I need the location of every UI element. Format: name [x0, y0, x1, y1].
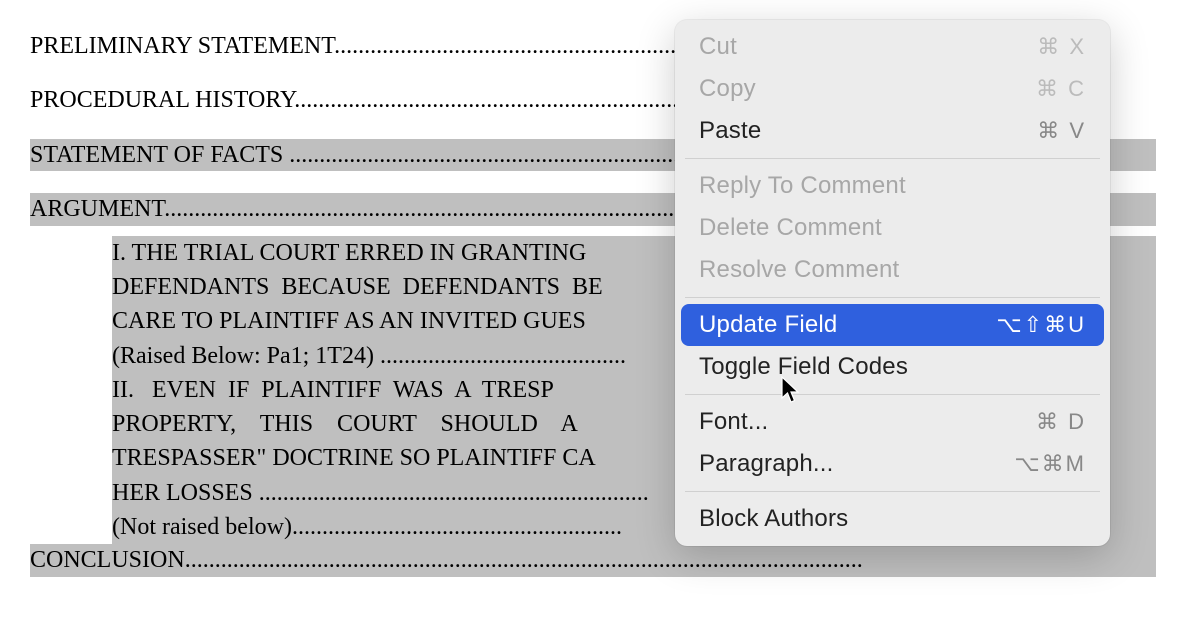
toc-label: ARGUMENT [30, 196, 164, 222]
menu-label: Update Field [699, 311, 837, 339]
menu-shortcut: ⌥⌘M [1014, 451, 1086, 477]
menu-label: Cut [699, 33, 737, 61]
menu-item-delete-comment: Delete Comment [681, 207, 1104, 249]
menu-separator [685, 491, 1100, 492]
toc-label: PROCEDURAL HISTORY [30, 87, 294, 113]
context-menu[interactable]: Cut ⌘ X Copy ⌘ C Paste ⌘ V Reply To Comm… [675, 20, 1110, 546]
menu-item-cut: Cut ⌘ X [681, 26, 1104, 68]
menu-shortcut: ⌥⇧⌘U [996, 312, 1086, 338]
menu-item-resolve-comment: Resolve Comment [681, 249, 1104, 291]
menu-separator [685, 394, 1100, 395]
toc-label: PRELIMINARY STATEMENT [30, 33, 334, 59]
menu-item-block-authors[interactable]: Block Authors [681, 498, 1104, 540]
menu-item-font[interactable]: Font... ⌘ D [681, 401, 1104, 443]
toc-leader-dots: ........................................… [185, 547, 863, 573]
menu-item-copy: Copy ⌘ C [681, 68, 1104, 110]
menu-shortcut: ⌘ X [1037, 34, 1086, 60]
menu-shortcut: ⌘ C [1036, 76, 1086, 102]
toc-entry-conclusion: CONCLUSION..............................… [30, 544, 1156, 576]
menu-separator [685, 158, 1100, 159]
menu-shortcut: ⌘ D [1036, 409, 1086, 435]
menu-item-toggle-field-codes[interactable]: Toggle Field Codes [681, 346, 1104, 388]
menu-label: Copy [699, 75, 756, 103]
menu-label: Delete Comment [699, 214, 882, 242]
toc-label: STATEMENT OF FACTS [30, 142, 289, 168]
menu-item-reply-comment: Reply To Comment [681, 165, 1104, 207]
menu-label: Paste [699, 117, 761, 145]
menu-item-paragraph[interactable]: Paragraph... ⌥⌘M [681, 443, 1104, 485]
menu-item-paste[interactable]: Paste ⌘ V [681, 110, 1104, 152]
menu-label: Toggle Field Codes [699, 353, 908, 381]
menu-label: Block Authors [699, 505, 848, 533]
menu-item-update-field[interactable]: Update Field ⌥⇧⌘U [681, 304, 1104, 346]
menu-label: Reply To Comment [699, 172, 906, 200]
menu-label: Font... [699, 408, 768, 436]
toc-label: CONCLUSION [30, 547, 185, 573]
menu-shortcut: ⌘ V [1037, 118, 1086, 144]
menu-label: Paragraph... [699, 450, 833, 478]
menu-label: Resolve Comment [699, 256, 899, 284]
menu-separator [685, 297, 1100, 298]
